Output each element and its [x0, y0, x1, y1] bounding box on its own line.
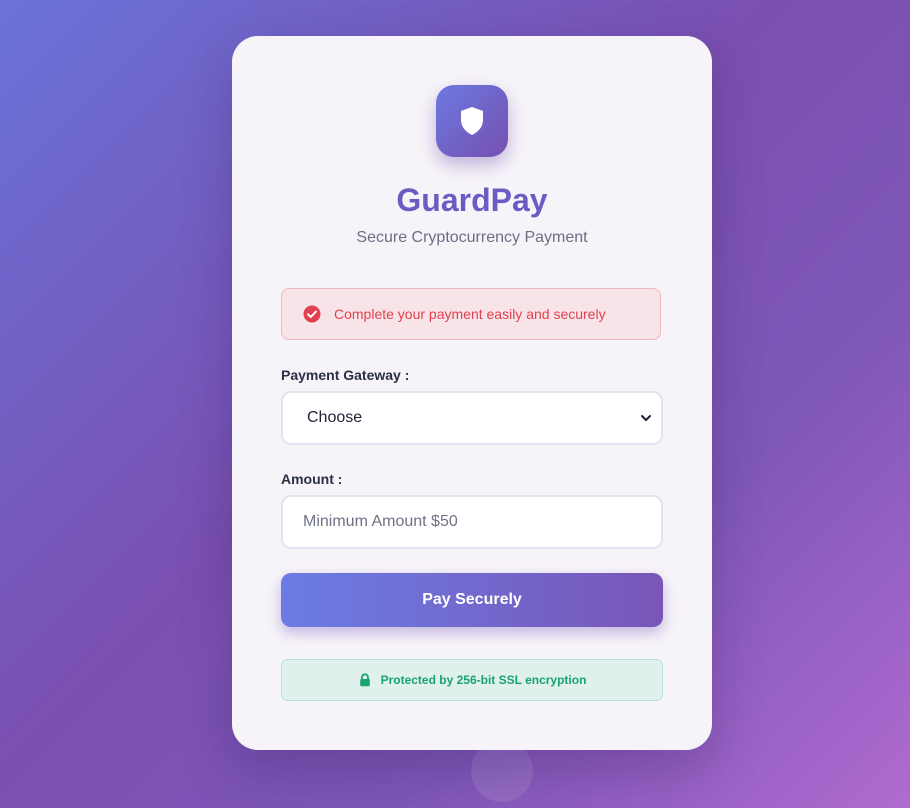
payment-gateway-select[interactable]: Choose: [281, 391, 663, 445]
security-note: Protected by 256-bit SSL encryption: [281, 659, 663, 701]
check-circle-icon: [303, 305, 321, 323]
lock-icon: [358, 673, 372, 687]
payment-gateway-selected-value: Choose: [307, 409, 363, 426]
pay-securely-button[interactable]: Pay Securely: [281, 573, 663, 627]
security-note-text: Protected by 256-bit SSL encryption: [380, 673, 587, 687]
payment-gateway-label: Payment Gateway :: [281, 367, 410, 383]
amount-label: Amount :: [281, 471, 343, 487]
chevron-down-icon: [641, 414, 651, 422]
alert-message: Complete your payment easily and securel…: [334, 306, 606, 322]
app-logo: [436, 85, 508, 157]
app-subtitle: Secure Cryptocurrency Payment: [356, 229, 588, 246]
payment-card: GuardPay Secure Cryptocurrency Payment C…: [232, 36, 712, 750]
info-alert: Complete your payment easily and securel…: [281, 288, 661, 340]
amount-input[interactable]: [281, 495, 663, 549]
app-title: GuardPay: [396, 182, 548, 218]
shield-icon: [459, 106, 485, 136]
